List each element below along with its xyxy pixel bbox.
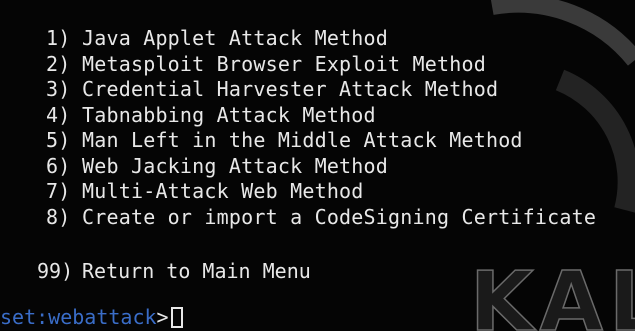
menu-item-label: Metasploit Browser Exploit Method	[82, 51, 486, 76]
command-prompt[interactable]: set:webattack>	[0, 305, 183, 329]
menu-item-label: Credential Harvester Attack Method	[82, 77, 499, 101]
menu-item-number: 5)	[46, 128, 71, 152]
menu-item-label: Multi-Attack Web Method	[82, 179, 364, 203]
menu-item-metasploit-browser: 2) Metasploit Browser Exploit Method	[46, 52, 596, 78]
menu-item-number: 4)	[46, 102, 71, 127]
menu-item-number: 2)	[46, 51, 71, 76]
prompt-separator: :	[36, 305, 49, 329]
menu-item-number: 7)	[46, 179, 71, 203]
menu-item-man-left-in-middle: 5) Man Left in the Middle Attack Method	[46, 128, 596, 154]
menu-item-tabnabbing: 4) Tabnabbing Attack Method	[46, 103, 596, 129]
menu-item-codesigning: 8) Create or import a CodeSigning Certifi…	[46, 205, 596, 231]
menu-item-number: 99)	[37, 259, 74, 283]
menu-item-label: Java Applet Attack Method	[82, 26, 389, 50]
menu-item-number: 8)	[46, 204, 71, 229]
attack-menu: 1) Java Applet Attack Method 2) Metasploit…	[46, 26, 596, 230]
menu-item-label: Tabnabbing Attack Method	[82, 102, 376, 127]
prompt-prefix: set	[0, 305, 37, 329]
menu-item-number: 6)	[46, 153, 71, 178]
menu-item-label: Web Jacking Attack Method	[82, 153, 389, 178]
terminal-window[interactable]: 1) Java Applet Attack Method 2) Metasploit…	[0, 0, 635, 331]
prompt-module: webattack	[48, 305, 157, 329]
menu-item-label: Create or import a CodeSigning Certifica…	[82, 204, 597, 229]
menu-item-label: Man Left in the Middle Attack Method	[82, 128, 523, 152]
menu-item-multi-attack: 7) Multi-Attack Web Method	[46, 179, 596, 205]
menu-item-java-applet: 1) Java Applet Attack Method	[46, 26, 596, 52]
kali-logo-watermark: KALI	[469, 255, 635, 331]
menu-item-number: 1)	[46, 26, 71, 50]
prompt-caret: >	[156, 305, 169, 329]
menu-item-label: Return to Main Menu	[82, 259, 311, 283]
menu-item-web-jacking: 6) Web Jacking Attack Method	[46, 154, 596, 180]
menu-item-number: 3)	[46, 77, 71, 101]
menu-item-credential-harvester: 3) Credential Harvester Attack Method	[46, 77, 596, 103]
text-cursor[interactable]	[170, 307, 183, 328]
menu-item-return-main: 99) Return to Main Menu	[37, 258, 311, 284]
